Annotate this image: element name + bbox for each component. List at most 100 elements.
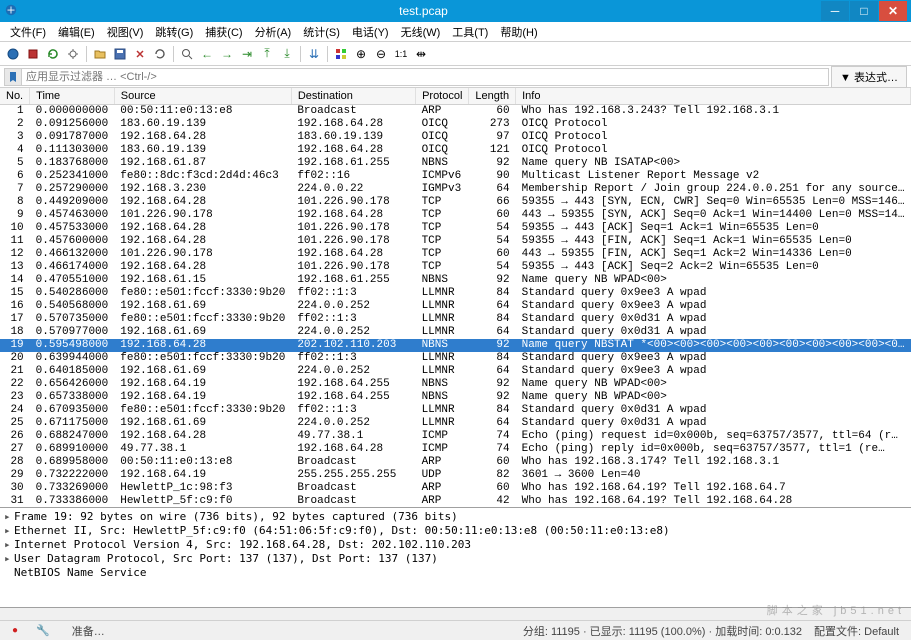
packet-table: No.TimeSourceDestinationProtocolLengthIn… [0,88,911,508]
packet-row[interactable]: 300.733269000HewlettP_1c:98:f3BroadcastA… [0,482,911,495]
menu-item[interactable]: 分析(A) [249,22,298,42]
status-packets: 分组: 11195 · 已显示: 11195 (100.0%) · 加载时间: … [517,623,808,639]
go-first-icon[interactable]: ⤒ [258,45,276,63]
packet-row[interactable]: 210.640185000192.168.61.69224.0.0.252LLM… [0,365,911,378]
packet-row[interactable]: 70.257290000192.168.3.230224.0.0.22IGMPv… [0,183,911,196]
menu-item[interactable]: 无线(W) [395,22,447,42]
menu-item[interactable]: 文件(F) [4,22,52,42]
packet-row[interactable]: 280.68995800000:50:11:e0:13:e8BroadcastA… [0,456,911,469]
colorize-icon[interactable] [332,45,350,63]
minimize-button[interactable]: ─ [821,1,849,21]
detail-line[interactable]: NetBIOS Name Service [2,566,909,580]
menu-item[interactable]: 帮助(H) [494,22,543,42]
packet-row[interactable]: 200.639944000fe80::e501:fccf:3330:9b20ff… [0,352,911,365]
detail-line[interactable]: ▸Frame 19: 92 bytes on wire (736 bits), … [2,510,909,524]
save-file-icon[interactable] [111,45,129,63]
titlebar: test.pcap ─ □ ✕ [0,0,911,22]
packet-row[interactable]: 80.449209000192.168.64.28101.226.90.178T… [0,196,911,209]
packet-row[interactable]: 260.688247000192.168.64.2849.77.38.1ICMP… [0,430,911,443]
restart-capture-icon[interactable] [44,45,62,63]
menu-item[interactable]: 电话(Y) [346,22,395,42]
close-button[interactable]: ✕ [879,1,907,21]
packet-row[interactable]: 230.657338000192.168.64.19192.168.64.255… [0,391,911,404]
packet-row[interactable]: 60.252341000fe80::8dc:f3cd:2d4d:46c3ff02… [0,170,911,183]
open-file-icon[interactable] [91,45,109,63]
packet-row[interactable]: 40.111303000183.60.19.139192.168.64.28OI… [0,144,911,157]
packet-row[interactable]: 170.570735000fe80::e501:fccf:3330:9b20ff… [0,313,911,326]
menu-item[interactable]: 统计(S) [297,22,346,42]
close-file-icon[interactable] [131,45,149,63]
packet-row[interactable]: 240.670935000fe80::e501:fccf:3330:9b20ff… [0,404,911,417]
menu-item[interactable]: 跳转(G) [149,22,199,42]
start-capture-icon[interactable] [4,45,22,63]
column-header[interactable]: Destination [291,88,415,105]
detail-line[interactable]: ▸Ethernet II, Src: HewlettP_5f:c9:f0 (64… [2,524,909,538]
filter-bar: ▼ 表达式… [0,66,911,88]
toolbar: ← → ⇥ ⤒ ⤓ ⇊ ⊕ ⊖ 1:1 ⇹ [0,42,911,66]
packet-row[interactable]: 220.656426000192.168.64.19192.168.64.255… [0,378,911,391]
menu-item[interactable]: 视图(V) [101,22,150,42]
find-icon[interactable] [178,45,196,63]
column-header[interactable]: Info [516,88,911,105]
menu-item[interactable]: 工具(T) [446,22,494,42]
column-header[interactable]: Protocol [416,88,469,105]
packet-details[interactable]: ▸Frame 19: 92 bytes on wire (736 bits), … [0,508,911,608]
detail-line[interactable]: ▸Internet Protocol Version 4, Src: 192.1… [2,538,909,552]
column-header[interactable]: No. [0,88,30,105]
column-header[interactable]: Source [114,88,291,105]
go-back-icon[interactable]: ← [198,45,216,63]
packet-row[interactable]: 290.732222000192.168.64.19255.255.255.25… [0,469,911,482]
packet-row[interactable]: 100.457533000192.168.64.28101.226.90.178… [0,222,911,235]
separator [173,46,174,62]
packet-row[interactable]: 130.466174000192.168.64.28101.226.90.178… [0,261,911,274]
packet-row[interactable]: 20.091256000183.60.19.139192.168.64.28OI… [0,118,911,131]
separator [86,46,87,62]
reload-icon[interactable] [151,45,169,63]
packet-row[interactable]: 310.733386000HewlettP_5f:c9:f0BroadcastA… [0,495,911,508]
resize-columns-icon[interactable]: ⇹ [412,45,430,63]
expert-info-icon[interactable]: ● [6,625,24,636]
app-icon [4,3,20,19]
packet-row[interactable]: 90.457463000101.226.90.178192.168.64.28T… [0,209,911,222]
separator [300,46,301,62]
zoom-in-icon[interactable]: ⊕ [352,45,370,63]
window-buttons: ─ □ ✕ [821,1,907,21]
status-ready: 准备… [66,623,111,639]
zoom-out-icon[interactable]: ⊖ [372,45,390,63]
maximize-button[interactable]: □ [850,1,878,21]
packet-row[interactable]: 110.457600000192.168.64.28101.226.90.178… [0,235,911,248]
packet-row[interactable]: 50.183768000192.168.61.87192.168.61.255N… [0,157,911,170]
menu-bar: 文件(F)编辑(E)视图(V)跳转(G)捕获(C)分析(A)统计(S)电话(Y)… [0,22,911,42]
packet-row[interactable]: 140.470551000192.168.61.15192.168.61.255… [0,274,911,287]
stop-capture-icon[interactable] [24,45,42,63]
zoom-reset-icon[interactable]: 1:1 [392,45,410,63]
preferences-icon[interactable]: 🔧 [30,624,56,637]
column-header[interactable]: Length [469,88,516,105]
options-icon[interactable] [64,45,82,63]
packet-row[interactable]: 150.540286000fe80::e501:fccf:3330:9b20ff… [0,287,911,300]
packet-row[interactable]: 180.570977000192.168.61.69224.0.0.252LLM… [0,326,911,339]
column-header[interactable]: Time [30,88,115,105]
watermark: 脚本之家 jb51.net [767,602,905,618]
packet-row[interactable]: 190.595498000192.168.64.28202.102.110.20… [0,339,911,352]
menu-item[interactable]: 编辑(E) [52,22,101,42]
packet-row[interactable]: 270.68991000049.77.38.1192.168.64.28ICMP… [0,443,911,456]
go-to-icon[interactable]: ⇥ [238,45,256,63]
status-profile[interactable]: 配置文件: Default [808,623,905,639]
packet-row[interactable]: 160.540568000192.168.61.69224.0.0.252LLM… [0,300,911,313]
window-title: test.pcap [26,4,821,18]
menu-item[interactable]: 捕获(C) [199,22,248,42]
packet-list[interactable]: No.TimeSourceDestinationProtocolLengthIn… [0,88,911,508]
detail-line[interactable]: ▸User Datagram Protocol, Src Port: 137 (… [2,552,909,566]
go-last-icon[interactable]: ⤓ [278,45,296,63]
packet-row[interactable]: 250.671175000192.168.61.69224.0.0.252LLM… [0,417,911,430]
expression-button[interactable]: ▼ 表达式… [831,66,907,88]
separator [327,46,328,62]
packet-row[interactable]: 30.091787000192.168.64.28183.60.19.139OI… [0,131,911,144]
packet-row[interactable]: 120.466132000101.226.90.178192.168.64.28… [0,248,911,261]
bookmark-icon[interactable] [4,68,22,86]
display-filter-input[interactable] [22,68,829,86]
auto-scroll-icon[interactable]: ⇊ [305,45,323,63]
packet-row[interactable]: 10.00000000000:50:11:e0:13:e8BroadcastAR… [0,105,911,119]
go-forward-icon[interactable]: → [218,45,236,63]
